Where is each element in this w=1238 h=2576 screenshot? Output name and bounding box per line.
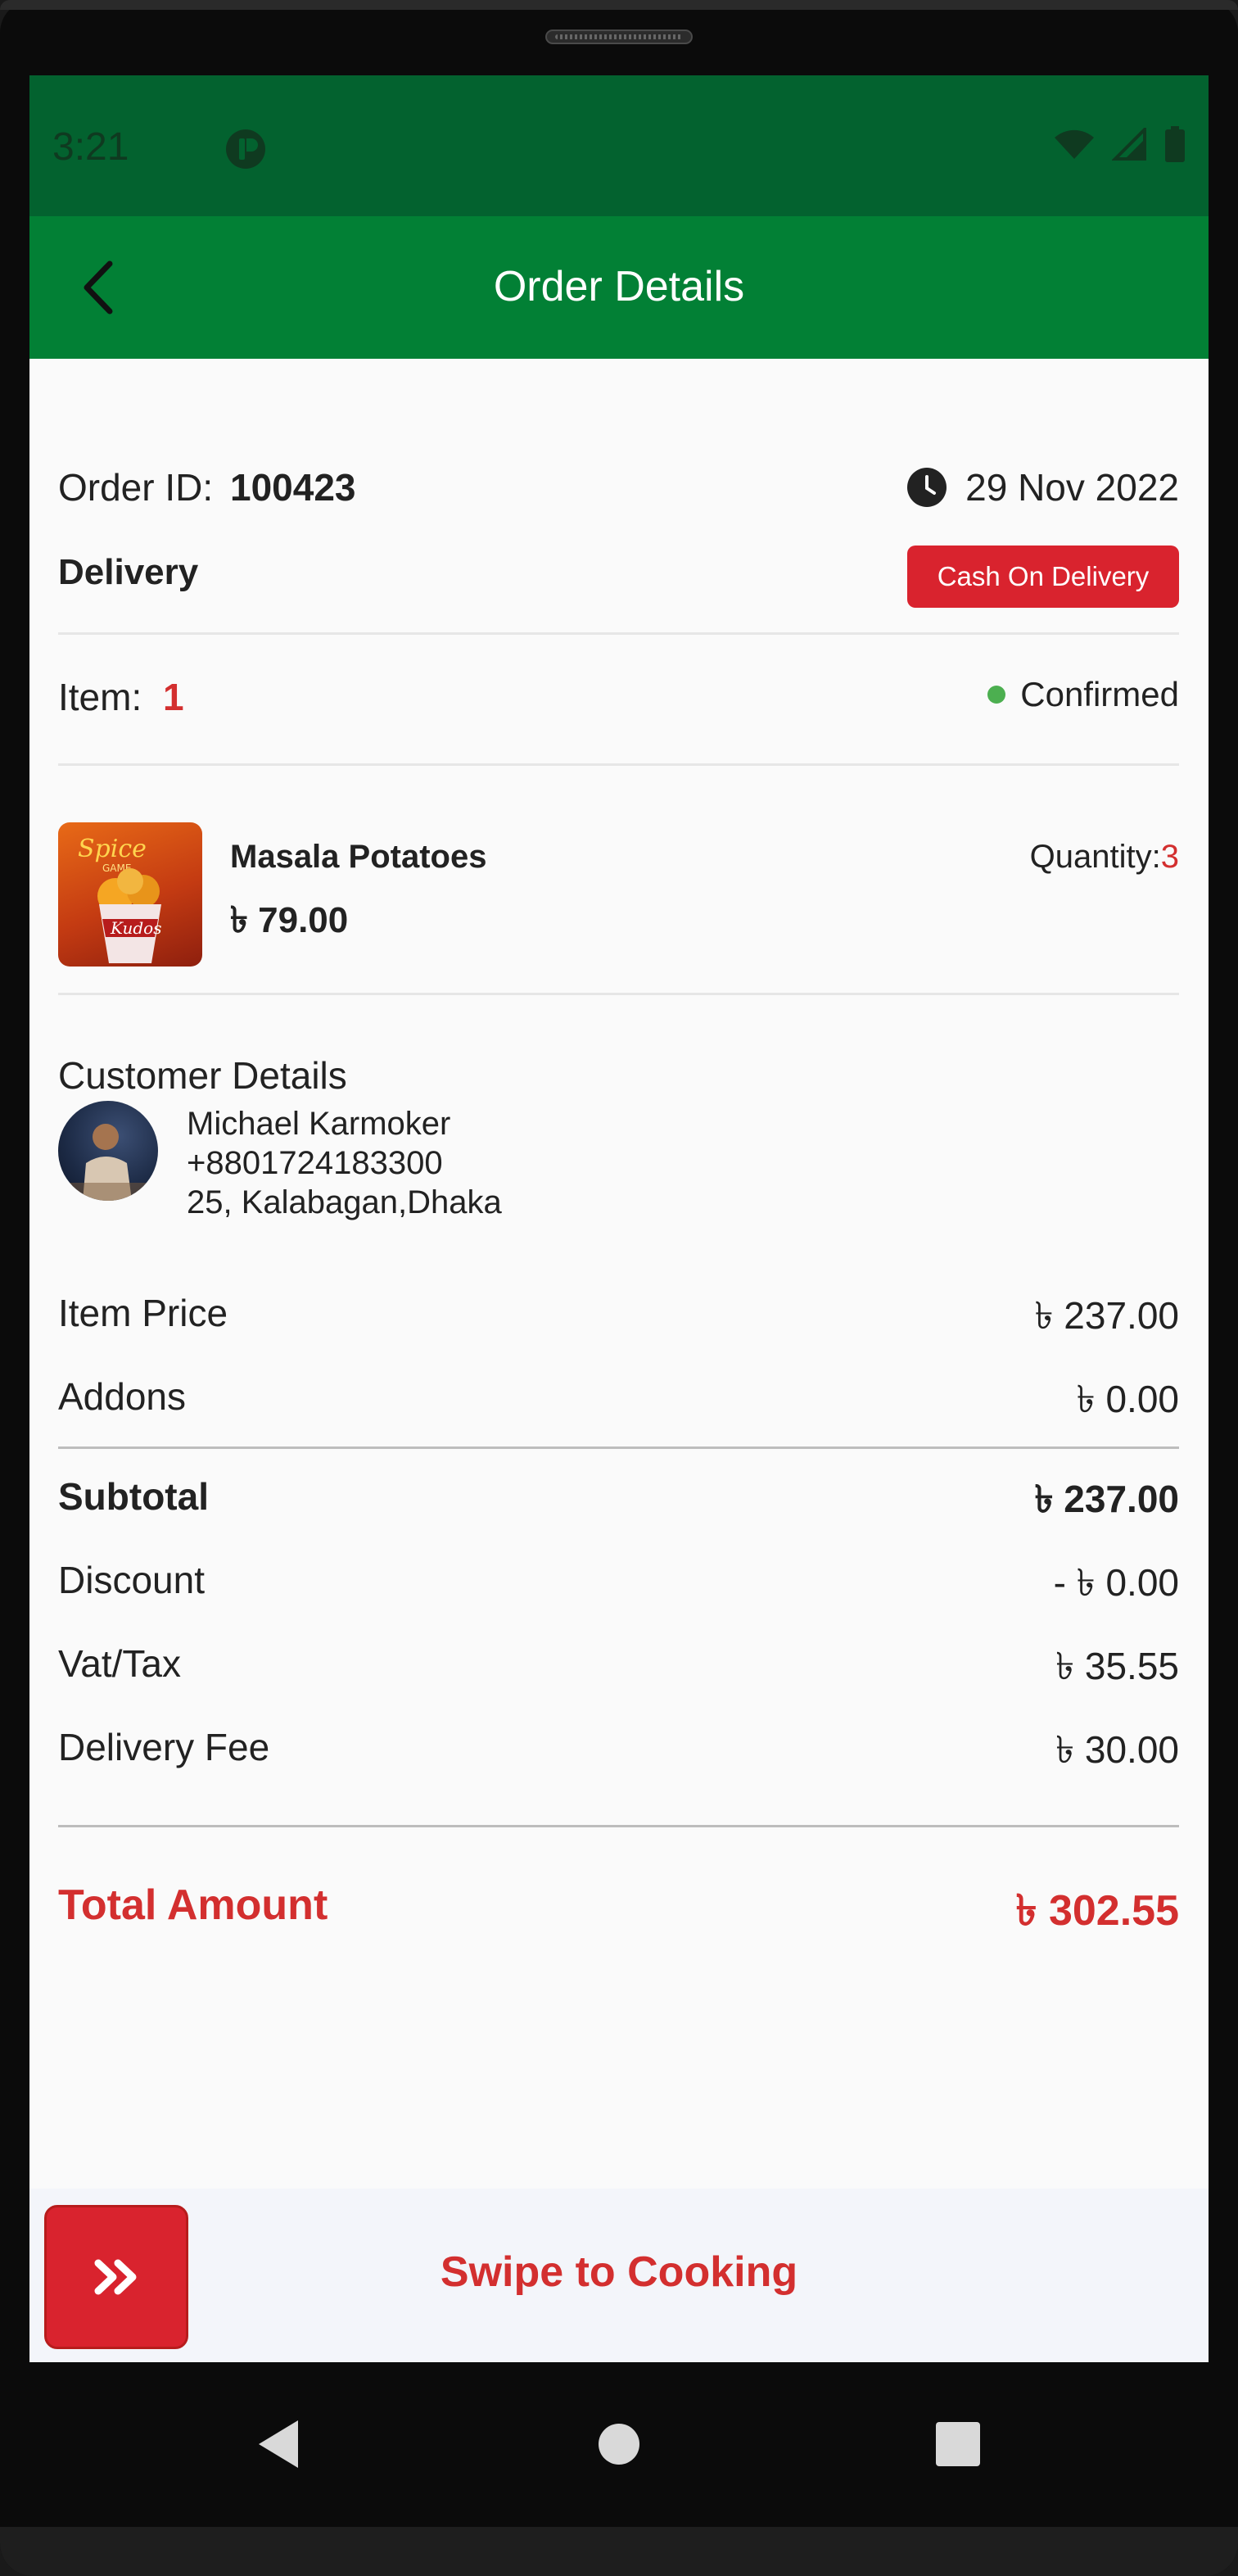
status-bar: 3:21 xyxy=(29,75,1209,216)
vat-label: Vat/Tax xyxy=(58,1642,181,1685)
order-id-row: Order ID: 100423 29 Nov 2022 xyxy=(58,465,1179,514)
list-item: Spice GAME Kudos Masala Potatoes ৳ 79.00… xyxy=(58,822,1179,970)
swipe-to-cooking-bar[interactable]: Swipe to Cooking xyxy=(29,2189,1209,2362)
system-navigation-bar xyxy=(0,2362,1238,2526)
divider xyxy=(58,993,1179,995)
payment-method-badge: Cash On Delivery xyxy=(907,546,1179,608)
total-amount-label: Total Amount xyxy=(58,1881,328,1929)
item-count-label: Item: xyxy=(58,676,142,718)
discount-value: - ৳ 0.00 xyxy=(1053,1561,1179,1604)
food-item-name: Masala Potatoes xyxy=(230,839,487,875)
page-title: Order Details xyxy=(493,263,745,310)
nav-back-button[interactable] xyxy=(237,2403,319,2485)
item-price-row: Item Price ৳ 237.00 xyxy=(58,1291,1179,1340)
order-id-value: 100423 xyxy=(230,466,356,509)
status-indicator-dot xyxy=(987,686,1006,704)
vat-row: Vat/Tax ৳ 35.55 xyxy=(58,1641,1179,1691)
battery-icon xyxy=(1165,126,1185,162)
vat-value: ৳ 35.55 xyxy=(1055,1645,1179,1687)
delivery-fee-row: Delivery Fee ৳ 30.00 xyxy=(58,1725,1179,1774)
item-status-row: Item: 1 Confirmed xyxy=(58,675,1179,724)
food-item-price: ৳ 79.00 xyxy=(230,900,349,940)
addons-row: Addons ৳ 0.00 xyxy=(58,1374,1179,1424)
nav-home-button[interactable] xyxy=(578,2403,660,2485)
total-amount-row: Total Amount ৳ 302.55 xyxy=(58,1881,1179,1938)
speaker-grill xyxy=(555,34,683,39)
delivery-fee-label: Delivery Fee xyxy=(58,1726,270,1768)
food-item-image: Spice GAME Kudos xyxy=(58,822,202,967)
quantity-label: Quantity: xyxy=(1029,839,1161,875)
wifi-icon xyxy=(1055,129,1094,159)
customer-photo xyxy=(58,1124,158,1201)
customer-avatar xyxy=(58,1101,158,1201)
item-price-label: Item Price xyxy=(58,1292,228,1334)
clock-icon xyxy=(907,468,947,507)
item-count-value: 1 xyxy=(163,676,184,718)
order-id-label: Order ID: xyxy=(58,466,214,509)
customer-address: 25, Kalabagan,Dhaka xyxy=(187,1184,502,1220)
earpiece-speaker xyxy=(545,29,693,44)
status-time: 3:21 xyxy=(52,125,129,169)
order-status: Confirmed xyxy=(987,675,1179,714)
subtotal-label: Subtotal xyxy=(58,1475,209,1518)
divider xyxy=(58,632,1179,635)
delivery-row: Delivery Cash On Delivery xyxy=(58,546,1179,608)
discount-label: Discount xyxy=(58,1559,205,1601)
customer-phone: +8801724183300 xyxy=(187,1145,443,1181)
svg-text:Kudos: Kudos xyxy=(110,918,162,938)
nav-recents-icon xyxy=(936,2422,980,2466)
subtotal-value: ৳ 237.00 xyxy=(1034,1478,1179,1520)
addons-value: ৳ 0.00 xyxy=(1076,1378,1179,1420)
device-bottom-edge xyxy=(0,2527,1238,2576)
subtotal-row: Subtotal ৳ 237.00 xyxy=(58,1474,1179,1523)
nav-back-icon xyxy=(259,2420,298,2468)
svg-text:Spice: Spice xyxy=(78,835,147,863)
device-frame: 3:21 Order Details Order ID: 100423 29 N… xyxy=(0,0,1238,2576)
app-notification-icon xyxy=(226,129,265,169)
customer-details-heading: Customer Details xyxy=(58,1054,347,1097)
status-icons xyxy=(1053,126,1186,162)
order-type-label: Delivery xyxy=(58,552,199,592)
order-date: 29 Nov 2022 xyxy=(906,465,1179,509)
discount-row: Discount - ৳ 0.00 xyxy=(58,1558,1179,1607)
app-bar: Order Details xyxy=(29,216,1209,359)
nav-home-icon xyxy=(599,2424,639,2465)
cellular-signal-icon xyxy=(1112,128,1146,161)
divider xyxy=(58,1825,1179,1827)
nav-recents-button[interactable] xyxy=(917,2403,999,2485)
order-status-text: Confirmed xyxy=(1020,675,1179,713)
quantity-value: 3 xyxy=(1160,839,1179,875)
phone-screen: 3:21 Order Details Order ID: 100423 29 N… xyxy=(29,75,1209,2362)
divider xyxy=(58,1446,1179,1449)
divider xyxy=(58,763,1179,766)
food-item-quantity: Quantity:3 xyxy=(1030,839,1179,876)
addons-label: Addons xyxy=(58,1375,187,1418)
swipe-label: Swipe to Cooking xyxy=(440,2248,798,2296)
item-price-value: ৳ 237.00 xyxy=(1034,1294,1179,1337)
customer-name: Michael Karmoker xyxy=(187,1106,451,1142)
total-amount-value: ৳ 302.55 xyxy=(1015,1887,1179,1935)
fries-cup-image: Spice GAME Kudos xyxy=(78,835,162,963)
device-top-edge xyxy=(0,0,1238,10)
customer-details: Customer Details Michael Karmoker +88017… xyxy=(58,1053,1179,1234)
delivery-fee-value: ৳ 30.00 xyxy=(1055,1728,1179,1771)
order-date-text: 29 Nov 2022 xyxy=(965,466,1179,509)
